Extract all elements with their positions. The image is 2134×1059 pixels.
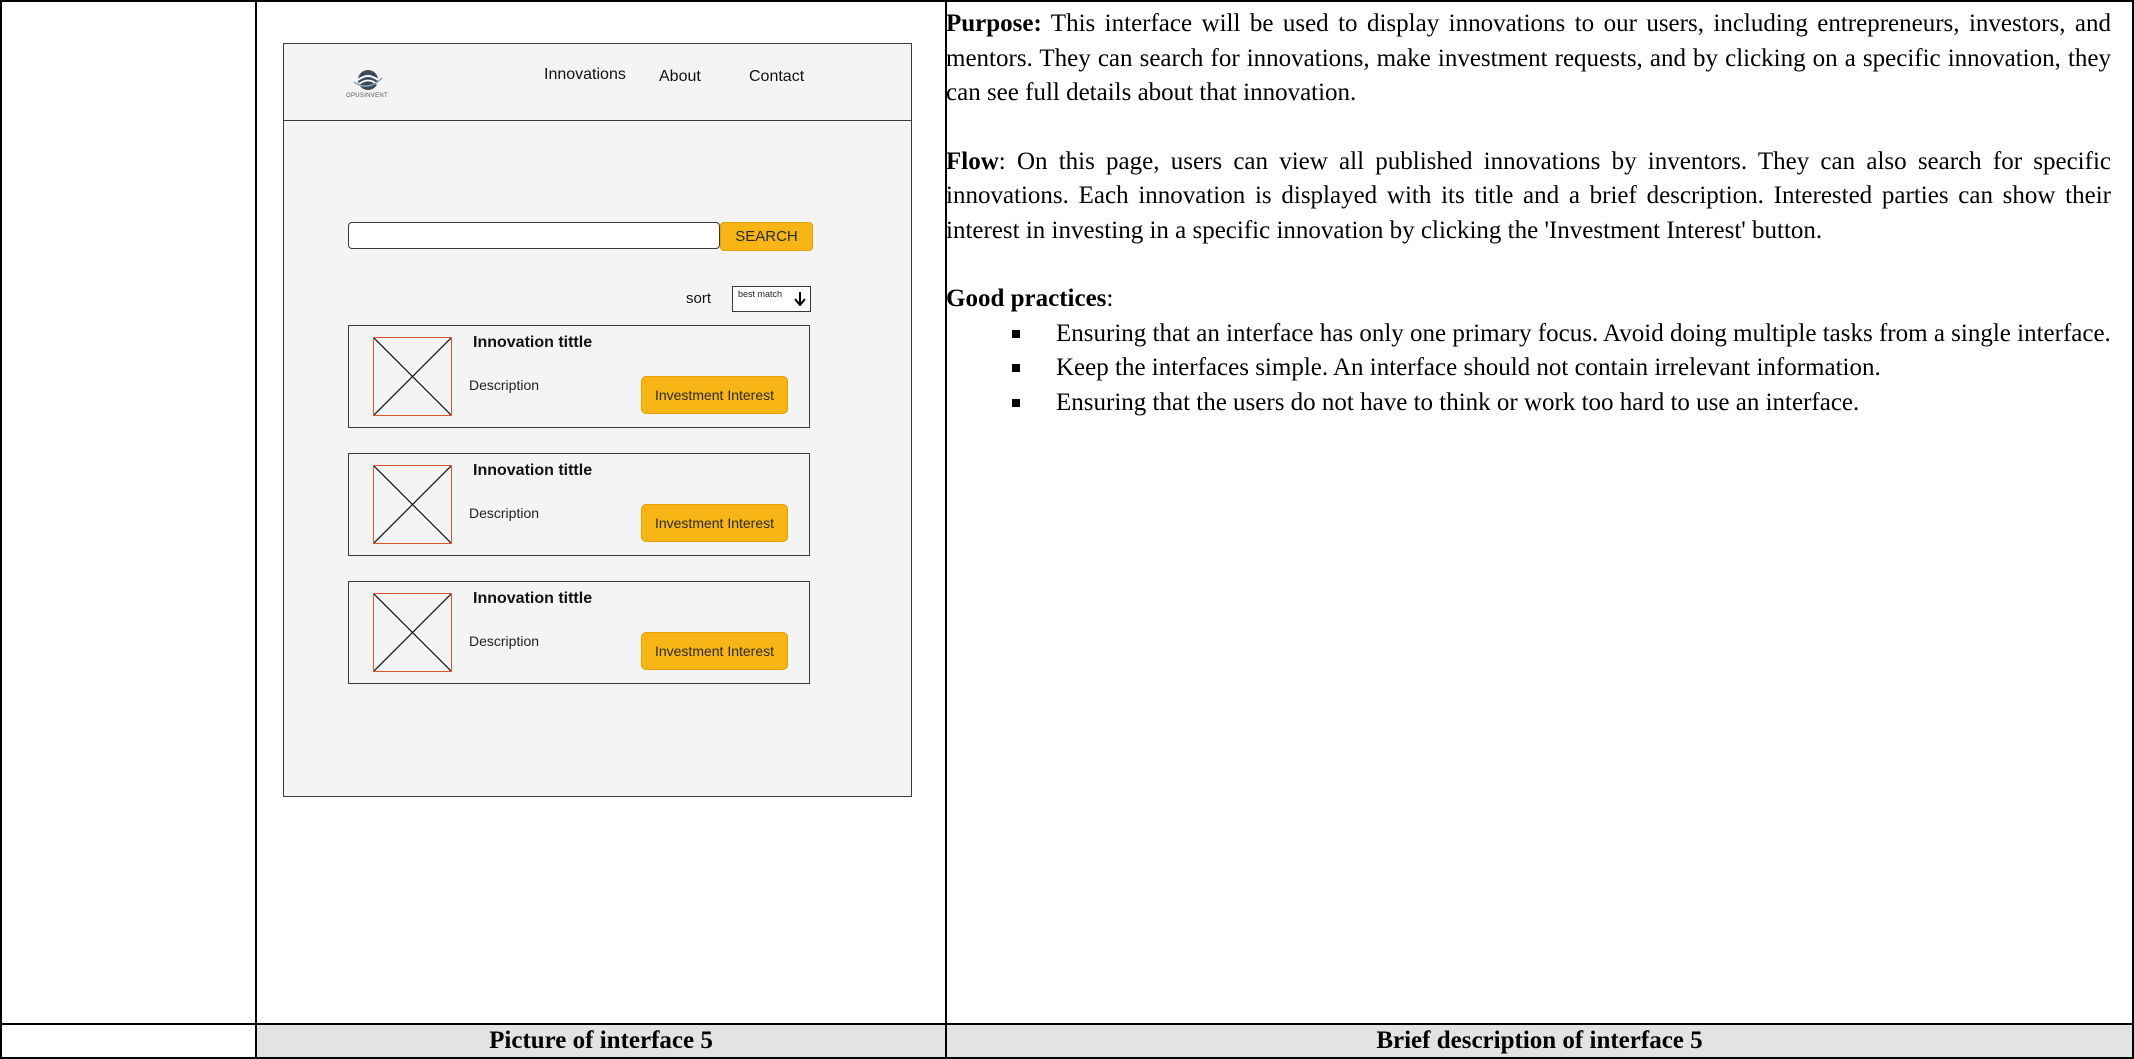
- image-placeholder-icon: [373, 337, 452, 416]
- flow-paragraph: Flow: On this page, users can view all p…: [946, 145, 2111, 249]
- arrow-down-icon: [794, 292, 806, 306]
- innovation-card[interactable]: Innovation tittle Description Investment…: [348, 581, 810, 684]
- picture-label-cell: Picture of interface 5: [257, 1025, 945, 1057]
- sort-selected-value: best match: [738, 289, 783, 299]
- nav-about[interactable]: About: [659, 68, 701, 86]
- innovation-description: Description: [469, 377, 540, 393]
- practice-text: Ensuring that the users do not have to t…: [1056, 388, 1860, 416]
- bullet-icon: [1012, 364, 1020, 372]
- purpose-paragraph: Purpose: This interface will be used to …: [946, 7, 2111, 111]
- bullet-icon: [1012, 329, 1020, 338]
- practices-list: Ensuring that an interface has only one …: [946, 317, 2111, 421]
- list-item: Ensuring that the users do not have to t…: [946, 386, 2111, 421]
- practices-heading: Good practices: [946, 285, 1107, 312]
- nav-innovations[interactable]: Innovations: [544, 66, 626, 84]
- innovation-description: Description: [469, 633, 540, 649]
- practices-paragraph: Good practices:: [946, 282, 2111, 317]
- brief-label-cell: Brief description of interface 5: [947, 1025, 2132, 1057]
- list-item: Ensuring that an interface has only one …: [946, 317, 2111, 352]
- innovation-title: Innovation tittle: [473, 334, 593, 351]
- table-left-border: [0, 0, 2, 1059]
- picture-label: Picture of interface 5: [489, 1027, 713, 1054]
- list-item: Keep the interfaces simple. An interface…: [946, 351, 2111, 386]
- image-placeholder-icon: [373, 593, 452, 672]
- nav-contact[interactable]: Contact: [749, 68, 804, 86]
- mockup-header: OPUSINVENT Innovations About Contact: [284, 44, 911, 121]
- interface-description: Purpose: This interface will be used to …: [946, 7, 2111, 420]
- innovation-card[interactable]: Innovation tittle Description Investment…: [348, 453, 810, 556]
- innovation-card[interactable]: Innovation tittle Description Investment…: [348, 325, 810, 428]
- sort-label: sort: [686, 290, 712, 307]
- column-divider-1: [255, 0, 257, 1059]
- innovation-description: Description: [469, 505, 540, 521]
- search-button[interactable]: SEARCH: [720, 222, 813, 251]
- purpose-heading: Purpose:: [946, 10, 1042, 37]
- practice-text: Keep the interfaces simple. An interface…: [1056, 354, 1881, 381]
- flow-heading: Flow: [946, 147, 999, 175]
- investment-interest-button[interactable]: Investment Interest: [641, 632, 788, 670]
- investment-interest-button[interactable]: Investment Interest: [641, 376, 788, 414]
- innovation-title: Innovation tittle: [473, 462, 593, 479]
- practices-colon: :: [1106, 285, 1114, 312]
- table-top-border: [0, 0, 2134, 2]
- image-placeholder-icon: [373, 465, 452, 544]
- brief-label: Brief description of interface 5: [1376, 1027, 1703, 1054]
- flow-text: : On this page, users can view all publi…: [946, 147, 2111, 244]
- practice-text: Ensuring that an interface has only one …: [1056, 319, 2111, 347]
- interface-mockup: OPUSINVENT Innovations About Contact SEA…: [283, 43, 912, 797]
- bullet-icon: [1012, 398, 1020, 407]
- logo-caption: OPUSINVENT: [346, 93, 389, 99]
- innovation-title: Innovation tittle: [473, 590, 593, 607]
- investment-interest-button[interactable]: Investment Interest: [641, 504, 788, 542]
- search-input[interactable]: [348, 222, 720, 249]
- purpose-text: This interface will be used to display i…: [946, 10, 2111, 106]
- sort-select[interactable]: best match: [732, 286, 811, 312]
